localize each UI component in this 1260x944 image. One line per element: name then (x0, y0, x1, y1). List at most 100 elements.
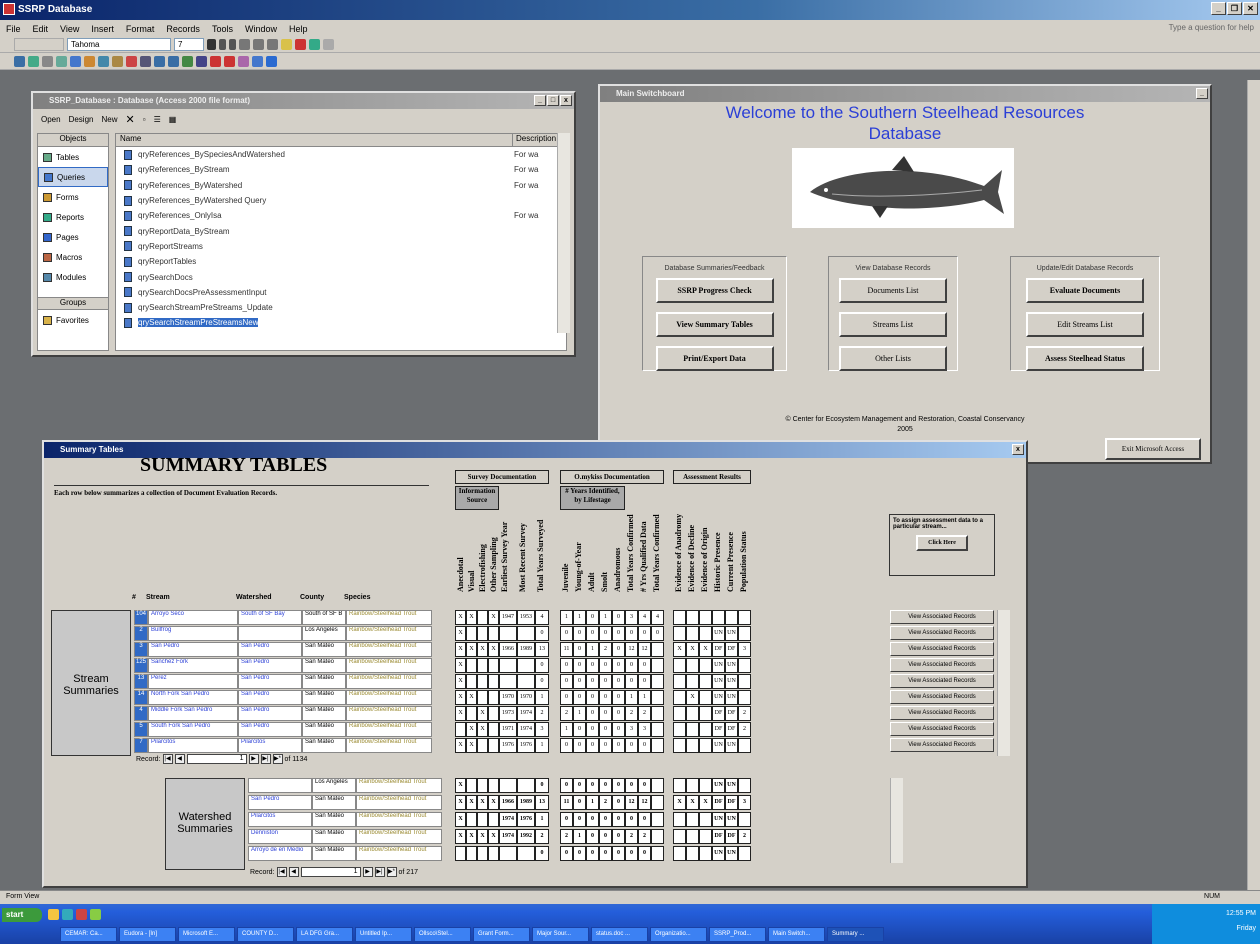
object-combo[interactable] (14, 38, 64, 51)
prev-record-button[interactable]: ◀ (174, 754, 185, 764)
assess-steelhead-status-button[interactable]: Assess Steelhead Status (1026, 346, 1144, 371)
align-right-icon[interactable] (267, 39, 278, 50)
query-item[interactable]: qryReferences_BySpeciesAndWatershed For w… (116, 147, 566, 162)
quick-launch-icon[interactable] (76, 909, 87, 921)
stream-name-field[interactable]: Pilarcitos (148, 738, 238, 753)
stream-rows-scrollbar[interactable] (997, 610, 1010, 756)
county-field[interactable]: San Mateo (312, 829, 356, 844)
database-window-icon[interactable] (238, 55, 249, 67)
exit-access-button[interactable]: Exit Microsoft Access (1105, 438, 1201, 460)
description-column-header[interactable]: Description (512, 134, 556, 146)
taskbar-item[interactable]: Major Sour... (532, 927, 589, 943)
details-icon[interactable]: ▦ (169, 115, 177, 124)
taskbar-item[interactable]: Grant Form... (473, 927, 530, 943)
quick-launch-icon[interactable] (90, 909, 101, 921)
watershed-field[interactable] (238, 626, 302, 641)
county-field[interactable]: San Mateo (312, 812, 356, 827)
underline-icon[interactable] (229, 39, 236, 50)
edit-streams-list-button[interactable]: Edit Streams List (1026, 312, 1144, 337)
menu-records[interactable]: Records (166, 24, 200, 34)
county-field[interactable]: San Mateo (302, 706, 346, 721)
record-number[interactable]: 13 (134, 674, 148, 689)
watershed-field[interactable]: San Pedro (238, 674, 302, 689)
watershed-field[interactable]: Denniston (248, 829, 312, 844)
taskbar-item[interactable]: Ollsco\Stel... (414, 927, 471, 943)
stream-name-field[interactable]: Bullfrog (148, 626, 238, 641)
record-number[interactable]: 5 (134, 722, 148, 737)
species-field[interactable]: Rainbow/Steelhead Trout (356, 812, 442, 827)
species-field[interactable]: Rainbow/Steelhead Trout (346, 626, 432, 641)
record-number[interactable]: 125 (134, 658, 148, 673)
ws-last-record-button[interactable]: ▶| (374, 867, 385, 877)
save-icon[interactable] (28, 55, 39, 67)
watershed-field[interactable]: San Pedro (238, 658, 302, 673)
help-question-box[interactable]: Type a question for help (1169, 23, 1254, 32)
minimize-button[interactable]: _ (1211, 2, 1226, 15)
record-number[interactable]: 4 (134, 706, 148, 721)
query-item[interactable]: qryReportStreams (116, 239, 566, 254)
query-item[interactable]: qryReportTables (116, 254, 566, 269)
ws-first-record-button[interactable]: |◀ (276, 867, 287, 877)
species-field[interactable]: Rainbow/Steelhead Trout (346, 738, 432, 753)
species-field[interactable]: Rainbow/Steelhead Trout (346, 642, 432, 657)
align-left-icon[interactable] (239, 39, 250, 50)
evaluate-documents-button[interactable]: Evaluate Documents (1026, 278, 1144, 303)
next-record-button[interactable]: ▶ (248, 754, 259, 764)
last-record-button[interactable]: ▶| (260, 754, 271, 764)
record-number-field[interactable]: 1 (186, 754, 247, 764)
county-field[interactable]: San Mateo (302, 738, 346, 753)
watershed-field[interactable]: South of SF Bay (238, 610, 302, 625)
watershed-field[interactable]: San Pedro (238, 722, 302, 737)
sort-descending-icon[interactable] (168, 55, 179, 67)
query-item[interactable]: qryReferences_ByStream For wa (116, 162, 566, 177)
spelling-icon[interactable] (70, 55, 81, 67)
view-associated-records-button[interactable]: View Associated Records (890, 610, 994, 624)
font-combo[interactable]: Tahoma (67, 38, 171, 51)
object-reports[interactable]: Reports (38, 207, 108, 227)
object-macros[interactable]: Macros (38, 247, 108, 267)
switchboard-minimize-button[interactable]: _ (1196, 88, 1208, 99)
format-painter-icon[interactable] (126, 55, 137, 67)
taskbar-item[interactable]: COUNTY D... (237, 927, 294, 943)
taskbar-item[interactable]: Organizatio... (650, 927, 707, 943)
bold-icon[interactable] (207, 39, 216, 50)
menu-tools[interactable]: Tools (212, 24, 233, 34)
open-button[interactable]: Open (41, 115, 61, 124)
stream-name-field[interactable]: North Fork San Pedro (148, 690, 238, 705)
view-summary-tables-button[interactable]: View Summary Tables (655, 312, 774, 337)
copy-icon[interactable] (98, 55, 109, 67)
object-queries[interactable]: Queries (38, 167, 108, 187)
menu-insert[interactable]: Insert (91, 24, 114, 34)
species-field[interactable]: Rainbow/Steelhead Trout (346, 674, 432, 689)
new-button[interactable]: New (101, 115, 117, 124)
query-item[interactable]: qrySearchDocs (116, 269, 566, 284)
species-field[interactable]: Rainbow/Steelhead Trout (346, 706, 432, 721)
county-field[interactable]: Los Angeles (302, 626, 346, 641)
menu-format[interactable]: Format (126, 24, 155, 34)
new-record-icon[interactable] (210, 55, 221, 67)
query-item[interactable]: qryReferences_ByWatershed Query (116, 193, 566, 208)
ws-record-number-field[interactable]: 1 (300, 867, 361, 877)
view-associated-records-button[interactable]: View Associated Records (890, 690, 994, 704)
streams-list-button[interactable]: Streams List (839, 312, 947, 337)
delete-icon[interactable]: ✕ (126, 113, 135, 126)
quick-launch-icon[interactable] (48, 909, 59, 921)
watershed-field[interactable]: Pilarcitos (238, 738, 302, 753)
align-center-icon[interactable] (253, 39, 264, 50)
italic-icon[interactable] (219, 39, 226, 50)
record-number[interactable]: 7 (134, 738, 148, 753)
db-maximize-button[interactable]: □ (547, 95, 559, 106)
species-field[interactable]: Rainbow/Steelhead Trout (346, 610, 432, 625)
menu-edit[interactable]: Edit (33, 24, 49, 34)
view-associated-records-button[interactable]: View Associated Records (890, 706, 994, 720)
quick-launch-icon[interactable] (62, 909, 73, 921)
taskbar-item[interactable]: status.doc ... (591, 927, 648, 943)
stream-name-field[interactable]: Perez (148, 674, 238, 689)
menu-help[interactable]: Help (289, 24, 308, 34)
ws-next-record-button[interactable]: ▶ (362, 867, 373, 877)
record-number[interactable]: 14 (134, 690, 148, 705)
group-favorites[interactable]: Favorites (38, 310, 108, 330)
close-button[interactable]: ✕ (1243, 2, 1258, 15)
county-field[interactable]: Los Angeles (312, 778, 356, 793)
species-field[interactable]: Rainbow/Steelhead Trout (356, 778, 442, 793)
